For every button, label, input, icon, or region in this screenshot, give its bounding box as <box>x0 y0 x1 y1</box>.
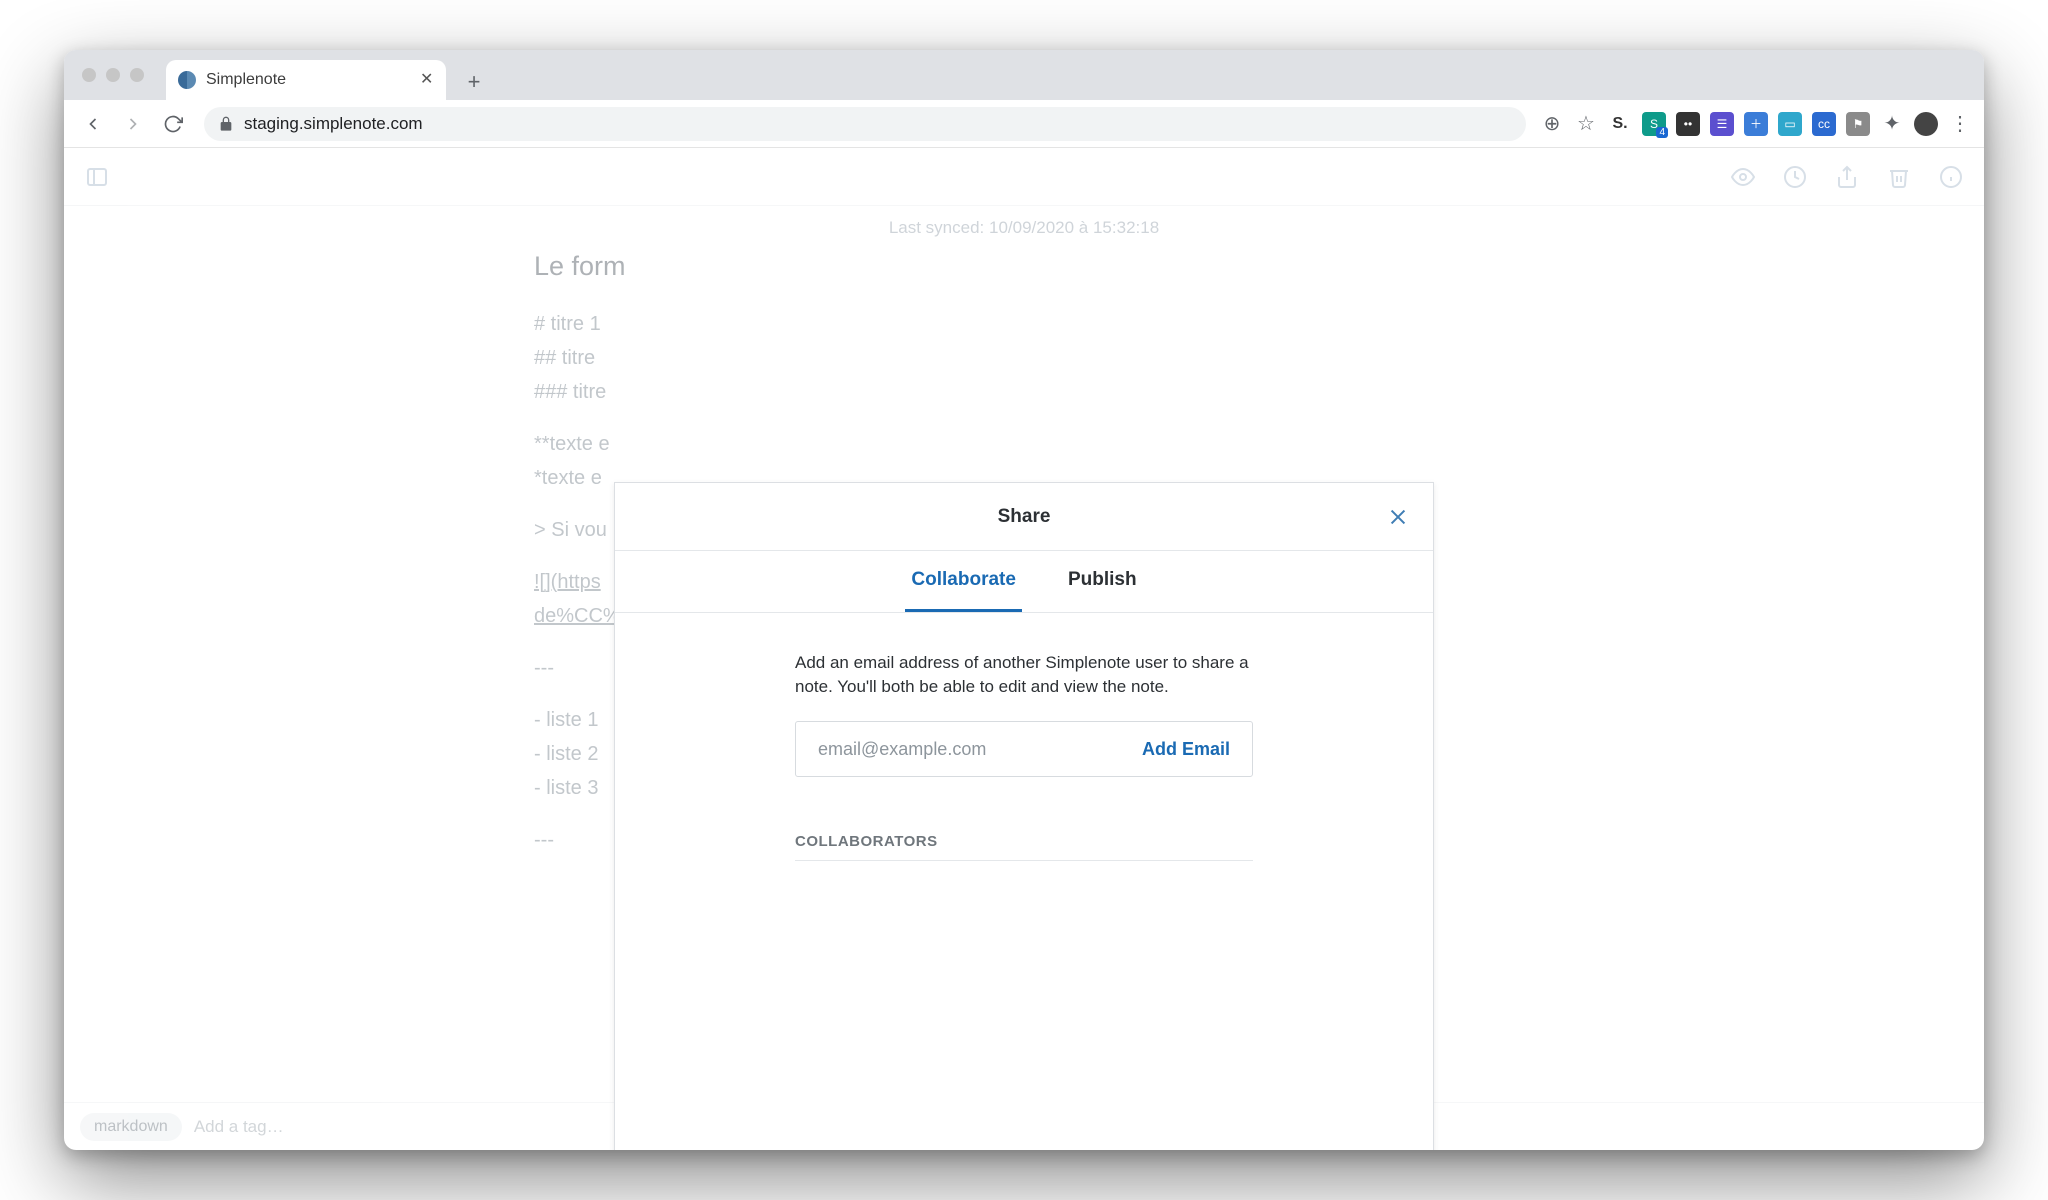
close-icon[interactable] <box>1385 504 1411 530</box>
ext-video-icon[interactable]: ▭ <box>1778 112 1802 136</box>
share-description: Add an email address of another Simpleno… <box>795 651 1253 699</box>
new-tab-button[interactable]: + <box>456 64 492 100</box>
traffic-light-zoom[interactable] <box>130 68 144 82</box>
traffic-light-close[interactable] <box>82 68 96 82</box>
ext-todo-icon[interactable]: ☰ <box>1710 112 1734 136</box>
back-button[interactable] <box>76 107 110 141</box>
note-line: ### titre <box>534 377 1514 407</box>
tab-close-icon[interactable]: ✕ <box>420 73 434 87</box>
browser-window: Simplenote ✕ + staging.simplenote.com ⊕ … <box>64 50 1984 1150</box>
traffic-light-minimize[interactable] <box>106 68 120 82</box>
profile-avatar-icon[interactable] <box>1914 112 1938 136</box>
sync-status: Last synced: 10/09/2020 à 15:32:18 <box>64 206 1984 246</box>
url-text: staging.simplenote.com <box>244 114 423 134</box>
tab-collaborate[interactable]: Collaborate <box>905 551 1022 612</box>
share-icon[interactable] <box>1834 164 1860 190</box>
share-modal: Share Collaborate Publish Add an email a… <box>614 482 1434 1150</box>
extensions-puzzle-icon[interactable]: ✦ <box>1880 112 1904 136</box>
lock-icon <box>218 116 234 132</box>
app-toolbar <box>64 148 1984 206</box>
trash-icon[interactable] <box>1886 164 1912 190</box>
ext-s-icon[interactable]: S. <box>1608 112 1632 136</box>
note-line: **texte e <box>534 429 1514 459</box>
add-page-icon[interactable]: ⊕ <box>1540 112 1564 136</box>
browser-tab[interactable]: Simplenote ✕ <box>166 60 446 100</box>
star-icon[interactable]: ☆ <box>1574 112 1598 136</box>
note-line: # titre 1 <box>534 309 1514 339</box>
tag-pill[interactable]: markdown <box>80 1113 182 1141</box>
note-link[interactable]: ![](https <box>534 571 601 593</box>
note-line: ## titre <box>534 343 1514 373</box>
modal-tabs: Collaborate Publish <box>615 551 1433 613</box>
browser-tab-strip: Simplenote ✕ + <box>64 50 1984 100</box>
add-tag-input[interactable]: Add a tag… <box>194 1117 284 1137</box>
extension-icons: ⊕ ☆ S. S4 •• ☰ ＋ ▭ cc ⚑ ✦ ⋮ <box>1540 111 1972 136</box>
ext-flag-icon[interactable]: ⚑ <box>1846 112 1870 136</box>
simplenote-favicon-icon <box>178 71 196 89</box>
forward-button[interactable] <box>116 107 150 141</box>
window-controls <box>74 50 156 100</box>
info-icon[interactable] <box>1938 164 1964 190</box>
history-icon[interactable] <box>1782 164 1808 190</box>
email-field[interactable] <box>818 739 1142 760</box>
ext-flickr-icon[interactable]: •• <box>1676 112 1700 136</box>
preview-icon[interactable] <box>1730 164 1756 190</box>
add-email-button[interactable]: Add Email <box>1142 739 1230 760</box>
reload-button[interactable] <box>156 107 190 141</box>
toggle-sidebar-icon[interactable] <box>84 164 110 190</box>
ext-cc-icon[interactable]: cc <box>1812 112 1836 136</box>
note-link[interactable]: de%CC% <box>534 605 621 627</box>
browser-tab-title: Simplenote <box>206 71 410 89</box>
browser-toolbar: staging.simplenote.com ⊕ ☆ S. S4 •• ☰ ＋ … <box>64 100 1984 148</box>
note-title: Le form <box>534 246 1514 287</box>
collaborators-heading: COLLABORATORS <box>795 833 1253 861</box>
modal-title: Share <box>998 506 1051 528</box>
modal-body: Add an email address of another Simpleno… <box>615 613 1433 861</box>
app-content: Last synced: 10/09/2020 à 15:32:18 Le fo… <box>64 206 1984 1150</box>
email-input-row: Add Email <box>795 721 1253 777</box>
modal-header: Share <box>615 483 1433 551</box>
tab-publish[interactable]: Publish <box>1062 551 1143 612</box>
browser-menu-icon[interactable]: ⋮ <box>1948 111 1972 136</box>
ext-styler-icon[interactable]: S4 <box>1642 112 1666 136</box>
address-bar[interactable]: staging.simplenote.com <box>204 107 1526 141</box>
ext-add-icon[interactable]: ＋ <box>1744 112 1768 136</box>
